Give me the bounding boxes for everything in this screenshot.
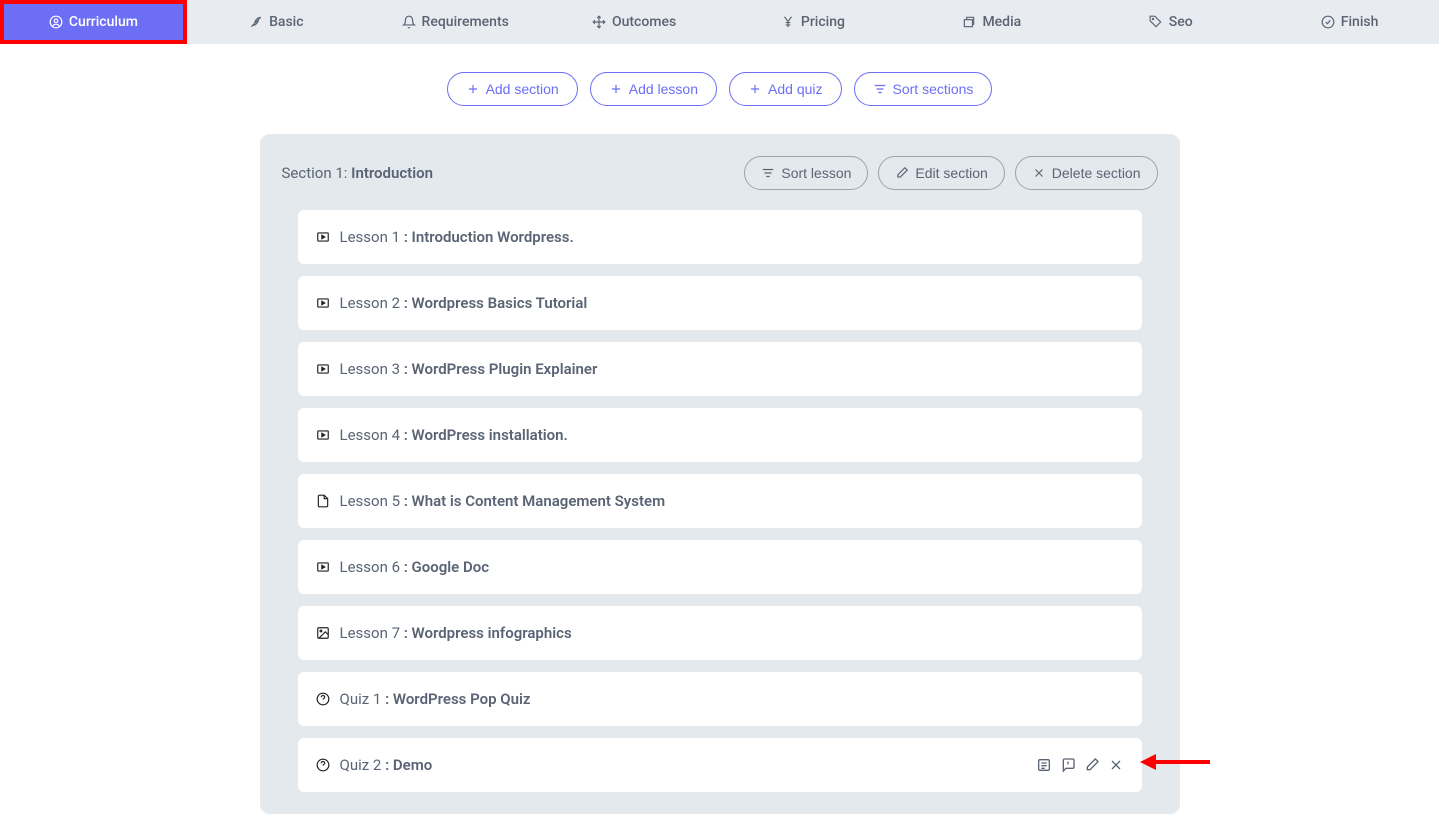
delete-section-button[interactable]: Delete section — [1015, 156, 1158, 190]
question-icon — [316, 692, 330, 706]
section-container: Section 1: Introduction Sort lesson Edit… — [260, 134, 1180, 814]
lesson-list: Lesson 1 : Introduction Wordpress. Lesson… — [282, 210, 1158, 792]
question-icon — [316, 758, 330, 772]
lesson-text: Lesson 7 : Wordpress infographics — [340, 624, 572, 642]
tab-finish[interactable]: Finish — [1260, 0, 1439, 44]
tab-requirements[interactable]: Requirements — [366, 0, 545, 44]
plus-icon — [466, 82, 480, 96]
sort-sections-button[interactable]: Sort sections — [854, 72, 993, 106]
button-label: Edit section — [915, 165, 987, 181]
lesson-item[interactable]: Quiz 1 : WordPress Pop Quiz — [298, 672, 1142, 726]
tab-label: Seo — [1169, 14, 1193, 30]
lesson-item[interactable]: Lesson 4 : WordPress installation. — [298, 408, 1142, 462]
close-icon — [1032, 166, 1046, 180]
lesson-item[interactable]: Lesson 1 : Introduction Wordpress. — [298, 210, 1142, 264]
comment-icon[interactable] — [1060, 757, 1076, 773]
sort-icon — [873, 82, 887, 96]
lesson-item[interactable]: Lesson 2 : Wordpress Basics Tutorial — [298, 276, 1142, 330]
video-icon — [316, 428, 330, 442]
video-icon — [316, 362, 330, 376]
button-label: Sort sections — [893, 81, 974, 97]
lesson-item[interactable]: Lesson 5 : What is Content Management Sy… — [298, 474, 1142, 528]
tab-media[interactable]: Media — [902, 0, 1081, 44]
lesson-text: Quiz 1 : WordPress Pop Quiz — [340, 690, 531, 708]
move-icon — [592, 15, 606, 29]
file-icon — [316, 494, 330, 508]
button-label: Sort lesson — [781, 165, 851, 181]
plus-icon — [609, 82, 623, 96]
tab-pricing[interactable]: Pricing — [724, 0, 903, 44]
item-actions — [1036, 757, 1124, 773]
sort-icon — [761, 166, 775, 180]
add-section-button[interactable]: Add section — [447, 72, 578, 106]
lesson-text: Lesson 4 : WordPress installation. — [340, 426, 568, 444]
plus-icon — [748, 82, 762, 96]
tab-outcomes[interactable]: Outcomes — [545, 0, 724, 44]
edit-icon — [895, 166, 909, 180]
user-circle-icon — [49, 15, 63, 29]
tab-curriculum[interactable]: Curriculum — [0, 0, 187, 44]
tab-label: Curriculum — [69, 14, 138, 30]
tab-label: Outcomes — [612, 14, 676, 30]
tab-label: Media — [982, 14, 1021, 30]
lesson-text: Lesson 3 : WordPress Plugin Explainer — [340, 360, 598, 378]
list-icon[interactable] — [1036, 757, 1052, 773]
tab-label: Requirements — [422, 14, 509, 30]
close-icon[interactable] — [1108, 757, 1124, 773]
add-quiz-button[interactable]: Add quiz — [729, 72, 841, 106]
section-title: Section 1: Introduction — [282, 164, 433, 182]
button-label: Delete section — [1052, 165, 1141, 181]
tabs-bar: Curriculum Basic Requirements Outcomes P… — [0, 0, 1439, 44]
lesson-item[interactable]: Lesson 3 : WordPress Plugin Explainer — [298, 342, 1142, 396]
lesson-item[interactable]: Quiz 2 : Demo — [298, 738, 1142, 792]
edit-section-button[interactable]: Edit section — [878, 156, 1004, 190]
section-actions: Sort lesson Edit section Delete section — [744, 156, 1157, 190]
yen-icon — [781, 15, 795, 29]
edit-icon[interactable] — [1084, 757, 1100, 773]
tab-label: Finish — [1341, 14, 1379, 30]
image-icon — [316, 626, 330, 640]
feather-icon — [249, 15, 263, 29]
tab-seo[interactable]: Seo — [1081, 0, 1260, 44]
tab-basic[interactable]: Basic — [187, 0, 366, 44]
lesson-text: Quiz 2 : Demo — [340, 756, 433, 774]
add-lesson-button[interactable]: Add lesson — [590, 72, 717, 106]
tag-icon — [1149, 15, 1163, 29]
lesson-text: Lesson 2 : Wordpress Basics Tutorial — [340, 294, 588, 312]
button-label: Add section — [486, 81, 559, 97]
lesson-text: Lesson 1 : Introduction Wordpress. — [340, 228, 574, 246]
check-circle-icon — [1321, 15, 1335, 29]
tab-label: Basic — [269, 14, 303, 30]
button-label: Add lesson — [629, 81, 698, 97]
video-icon — [316, 560, 330, 574]
tab-label: Pricing — [801, 14, 845, 30]
lesson-text: Lesson 5 : What is Content Management Sy… — [340, 492, 666, 510]
sort-lesson-button[interactable]: Sort lesson — [744, 156, 868, 190]
section-header: Section 1: Introduction Sort lesson Edit… — [282, 156, 1158, 190]
video-icon — [316, 296, 330, 310]
action-bar: Add section Add lesson Add quiz Sort sec… — [0, 44, 1439, 134]
layers-icon — [962, 15, 976, 29]
bell-icon — [402, 15, 416, 29]
button-label: Add quiz — [768, 81, 822, 97]
lesson-item[interactable]: Lesson 7 : Wordpress infographics — [298, 606, 1142, 660]
lesson-item[interactable]: Lesson 6 : Google Doc — [298, 540, 1142, 594]
video-icon — [316, 230, 330, 244]
lesson-text: Lesson 6 : Google Doc — [340, 558, 490, 576]
